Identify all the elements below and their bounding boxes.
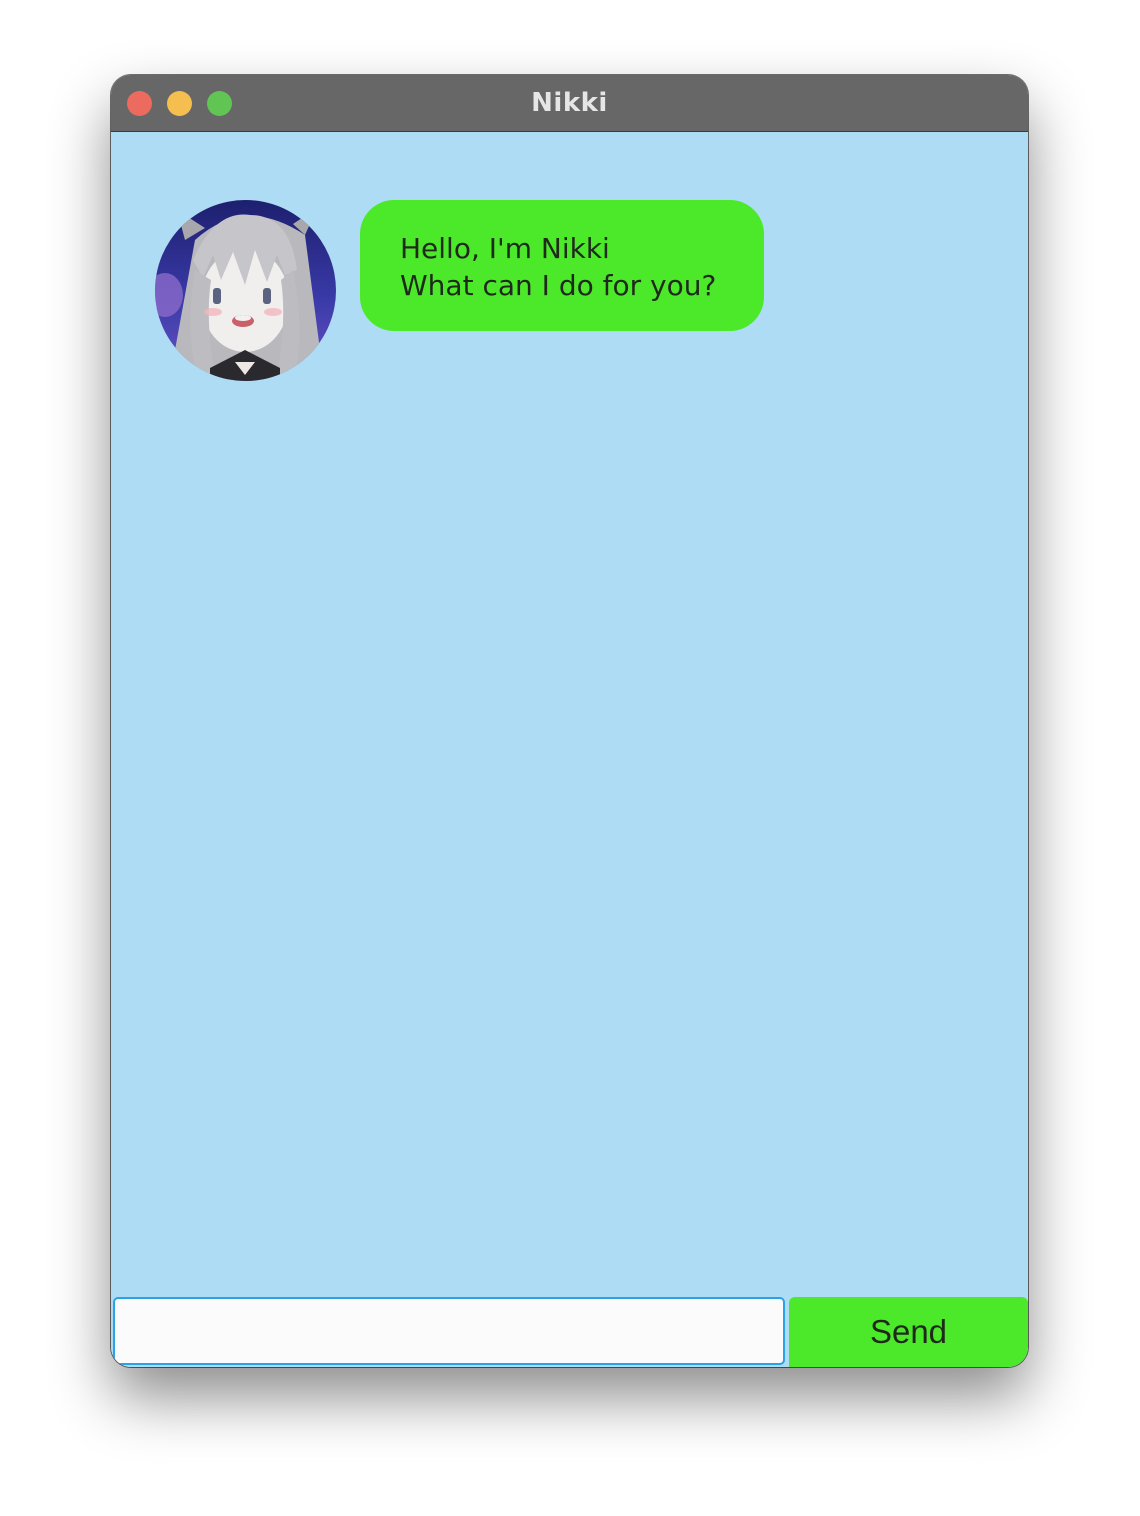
message-input[interactable] bbox=[113, 1297, 785, 1365]
app-window: Nikki Hello, I'm Nikki What can I do for… bbox=[111, 75, 1028, 1367]
bot-avatar bbox=[155, 200, 336, 381]
title-bar[interactable]: Nikki bbox=[111, 75, 1028, 132]
bot-message-bubble: Hello, I'm Nikki What can I do for you? bbox=[360, 200, 764, 331]
send-button-label: Send bbox=[869, 1313, 948, 1350]
window-title: Nikki bbox=[531, 88, 608, 118]
send-button[interactable]: Send bbox=[789, 1297, 1028, 1367]
input-bar: Send bbox=[111, 1295, 1028, 1367]
chat-area[interactable]: Hello, I'm Nikki What can I do for you? bbox=[111, 132, 1028, 1295]
anime-girl-avatar-icon bbox=[155, 200, 336, 381]
message-line: Hello, I'm Nikki bbox=[400, 232, 610, 265]
message-line: What can I do for you? bbox=[400, 269, 717, 302]
